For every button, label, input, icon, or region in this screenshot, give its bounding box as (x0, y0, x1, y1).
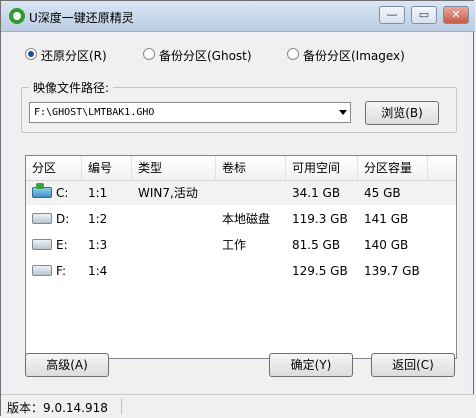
advanced-button[interactable]: 高级(A) (25, 353, 109, 377)
cell-drive: E: (56, 238, 68, 252)
cell-volume (216, 259, 222, 283)
radio-backup-imagex-dot[interactable] (287, 48, 299, 60)
table-row[interactable]: C: 1:1 WIN7,活动 34.1 GB 45 GB (26, 181, 456, 205)
cell-free: 34.1 GB (292, 186, 341, 200)
cell-free: 119.3 GB (292, 212, 348, 226)
radio-restore-dot[interactable] (25, 48, 37, 60)
radio-backup-ghost-dot[interactable] (143, 48, 155, 60)
cell-number: 1:1 (88, 186, 108, 200)
column-header-partition[interactable]: 分区 (26, 156, 82, 180)
browse-button[interactable]: 浏览(B) (365, 101, 439, 125)
table-row[interactable]: F: 1:4 129.5 GB 139.7 GB (26, 259, 456, 283)
cell-number: 1:2 (88, 212, 108, 226)
image-path-combo[interactable]: F:\GHOST\LMTBAK1.GHO (29, 102, 351, 123)
column-header-volume[interactable]: 卷标 (216, 156, 286, 180)
cell-volume (216, 181, 222, 205)
window-title: U深度一键还原精灵 (29, 11, 134, 25)
cell-size: 141 GB (364, 212, 409, 226)
image-path-label: 映像文件路径: (29, 79, 114, 96)
drive-icon (32, 213, 52, 224)
cell-drive: D: (56, 212, 70, 226)
app-window: U深度一键还原精灵 — ▭ ✕ 还原分区(R) 备份分区(Ghost) 备份分区… (0, 0, 475, 417)
column-header-size[interactable]: 分区容量 (358, 156, 428, 180)
radio-restore-label: 还原分区(R) (41, 49, 107, 63)
cell-drive: F: (56, 264, 67, 278)
minimize-button[interactable]: — (379, 6, 405, 24)
radio-backup-imagex-label: 备份分区(Imagex) (303, 49, 405, 63)
restore-button[interactable]: ▭ (411, 6, 437, 24)
column-header-number[interactable]: 编号 (82, 156, 132, 180)
cell-type (132, 207, 138, 231)
table-header: 分区 编号 类型 卷标 可用空间 分区容量 (26, 156, 456, 181)
cell-volume: 工作 (222, 238, 247, 252)
drive-icon (32, 265, 52, 276)
drive-icon (32, 239, 52, 250)
cell-free: 81.5 GB (292, 238, 341, 252)
version-text: 版本：9.0.14.918 (7, 401, 108, 415)
cell-drive: C: (56, 186, 69, 200)
cell-type: WIN7,活动 (138, 186, 198, 200)
cell-free: 129.5 GB (292, 264, 348, 278)
partition-table: 分区 编号 类型 卷标 可用空间 分区容量 C: 1:1 WIN7,活动 34.… (25, 155, 457, 359)
column-header-free[interactable]: 可用空间 (286, 156, 358, 180)
radio-backup-ghost-label: 备份分区(Ghost) (159, 49, 252, 63)
cell-type (132, 233, 138, 257)
cell-volume: 本地磁盘 (222, 212, 271, 226)
title-bar[interactable]: U深度一键还原精灵 — ▭ ✕ (1, 1, 475, 32)
chevron-down-icon[interactable] (339, 110, 347, 115)
close-button[interactable]: ✕ (443, 6, 469, 24)
confirm-button[interactable]: 确定(Y) (269, 353, 353, 377)
table-row[interactable]: E: 1:3 工作 81.5 GB 140 GB (26, 233, 456, 257)
cell-number: 1:4 (88, 264, 108, 278)
table-row[interactable]: D: 1:2 本地磁盘 119.3 GB 141 GB (26, 207, 456, 231)
column-header-type[interactable]: 类型 (132, 156, 216, 180)
app-logo-icon (9, 8, 25, 24)
image-path-value: F:\GHOST\LMTBAK1.GHO (34, 107, 155, 118)
cell-size: 45 GB (364, 186, 401, 200)
cell-size: 139.7 GB (364, 264, 420, 278)
cell-size: 140 GB (364, 238, 409, 252)
status-divider (121, 398, 122, 414)
cell-number: 1:3 (88, 238, 108, 252)
system-drive-icon (32, 183, 52, 198)
status-bar: 版本：9.0.14.918 (1, 394, 475, 417)
cell-type (132, 259, 138, 283)
main-panel: 还原分区(R) 备份分区(Ghost) 备份分区(Imagex) 映像文件路径:… (9, 33, 465, 393)
back-button[interactable]: 返回(C) (371, 353, 455, 377)
